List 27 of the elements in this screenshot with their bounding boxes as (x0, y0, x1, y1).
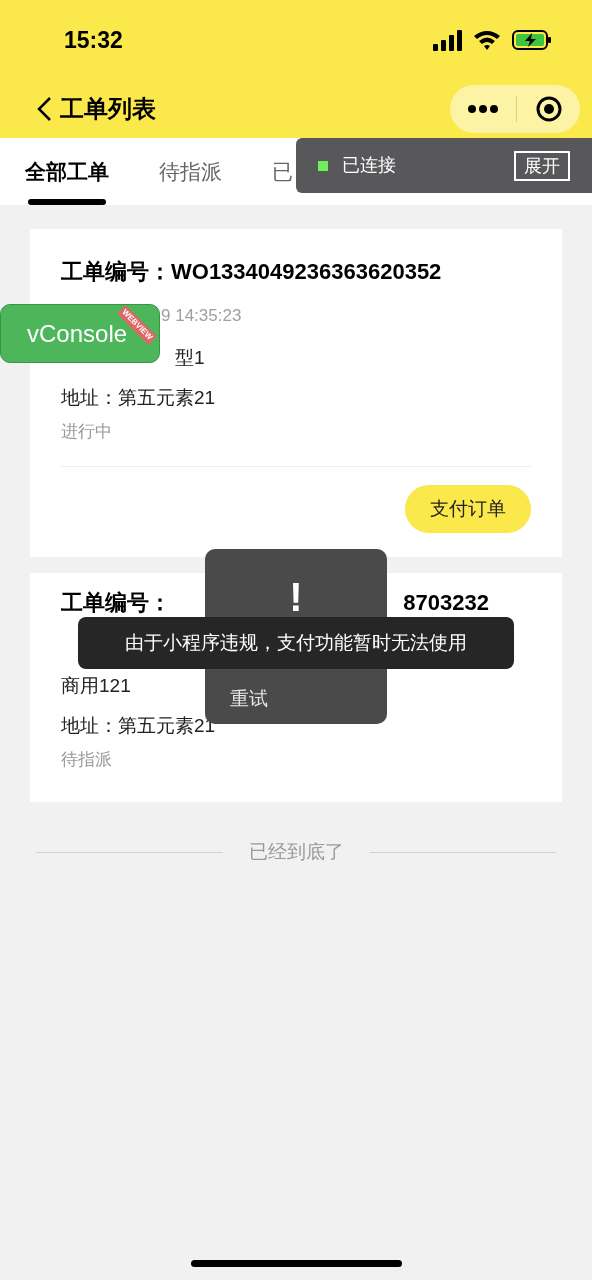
order-time: 9 14:35:23 (161, 305, 242, 327)
warning-icon: ! (289, 575, 303, 619)
order-type: 型1 (175, 346, 205, 370)
error-message: 重试 (230, 687, 268, 711)
end-of-list-text: 已经到底了 (248, 840, 344, 864)
order-status: 进行中 (61, 421, 113, 443)
tab[interactable]: 全部工单 (25, 138, 109, 205)
order-number: 工单编号：WO1334049236363620352 (61, 258, 443, 286)
pay-order-button[interactable]: 支付订单 (405, 485, 531, 533)
connection-status: 已连接 (342, 154, 396, 177)
wifi-icon (474, 30, 500, 50)
tab[interactable]: 已 (272, 138, 293, 205)
order-number: 8703232 (403, 591, 489, 615)
page-title: 工单列表 (60, 94, 156, 124)
battery-icon (512, 30, 552, 50)
tab[interactable]: 待指派 (159, 138, 222, 205)
expand-button[interactable]: 展开 (514, 150, 570, 181)
order-number: 工单编号： (61, 591, 171, 615)
back-icon[interactable] (36, 96, 52, 122)
signal-icon (433, 29, 462, 51)
notice-message: 由于小程序违规，支付功能暂时无法使用 (125, 630, 467, 655)
more-icon[interactable] (468, 105, 498, 113)
order-type: 商用121 (61, 674, 131, 698)
capsule-menu[interactable] (450, 85, 580, 133)
status-time: 15:32 (64, 25, 123, 55)
order-status: 待指派 (61, 749, 113, 771)
order-address: 地址：第五元素21 (61, 386, 217, 410)
